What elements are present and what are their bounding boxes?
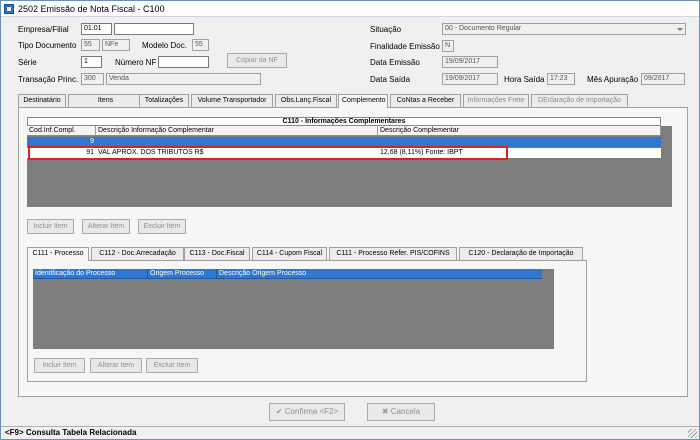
- modelo-doc-field[interactable]: 55: [192, 39, 209, 51]
- empresa-code-field[interactable]: 01.01: [81, 23, 112, 35]
- cancela-button[interactable]: ✖ Cancela: [367, 403, 435, 421]
- empresa-name-field[interactable]: [114, 23, 194, 35]
- numero-nf-field[interactable]: [158, 56, 209, 68]
- app-icon: [4, 4, 14, 14]
- tab-c114-cupom-fiscal[interactable]: C114 - Cupom Fiscal: [252, 247, 327, 260]
- numero-nf-label: Número NF: [115, 58, 157, 67]
- c111-excluir-button[interactable]: Excluir Item: [146, 358, 198, 373]
- copiar-nf-button[interactable]: Copiar da NF: [227, 53, 287, 68]
- main-tab-strip: Destinatário Itens Totalizações Volume T…: [18, 94, 688, 108]
- tab-contas-a-receber[interactable]: CoNtas a Receber: [390, 94, 461, 107]
- hora-saida-field[interactable]: 17:23: [547, 73, 575, 85]
- data-saida-field[interactable]: 19/09/2017: [442, 73, 498, 85]
- c110-incluir-button[interactable]: Incluir Item: [27, 219, 74, 234]
- tab-c120-declaracao-importacao[interactable]: C120 - Declaração de Importação: [459, 247, 583, 260]
- transacao-code-field[interactable]: 300: [81, 73, 104, 85]
- situacao-value: 00 - Documento Regular: [445, 25, 522, 32]
- tipo-documento-label: Tipo Documento: [18, 41, 77, 50]
- c110-grid-header: Cod.Inf.Compl. Descrição Informação Comp…: [27, 126, 661, 136]
- c111-col-identificacao[interactable]: Identificação do Processo: [33, 269, 148, 279]
- c111-grid[interactable]: Identificação do Processo Origem Process…: [33, 269, 554, 349]
- tab-complemento[interactable]: Complemento: [338, 94, 388, 108]
- confirma-label: Confirma <F2>: [284, 407, 339, 416]
- hora-saida-label: Hora Saída: [504, 75, 545, 84]
- c111-incluir-button[interactable]: Incluir Item: [34, 358, 85, 373]
- c111-col-descricao-origem[interactable]: Descrição Origem Processo: [217, 269, 542, 279]
- tab-itens[interactable]: Itens: [68, 94, 143, 107]
- modelo-doc-label: Modelo Doc.: [142, 41, 187, 50]
- c111-col-origem[interactable]: Origem Processo: [148, 269, 217, 279]
- close-icon: ✖: [381, 407, 391, 416]
- check-icon: ✔: [275, 407, 285, 416]
- c110-excluir-button[interactable]: Excluir Item: [138, 219, 186, 234]
- mes-apuracao-label: Mês Apuração: [587, 75, 639, 84]
- tab-informacoes-frete[interactable]: Informações Frete: [463, 94, 529, 107]
- tab-volume-transportador[interactable]: Volume Transportador: [191, 94, 273, 107]
- tab-declaracao-importacao[interactable]: DEclaração de Importação: [531, 94, 628, 107]
- serie-field[interactable]: 1: [81, 56, 102, 68]
- title-bar: 2502 Emissão de Nota Fiscal - C100: [1, 1, 699, 17]
- tab-c113-doc-fiscal[interactable]: C113 - Doc.Fiscal: [184, 247, 250, 260]
- chevron-down-icon[interactable]: [675, 25, 684, 33]
- c110-alterar-button[interactable]: Alterar Item: [82, 219, 130, 234]
- data-emissao-label: Data Emissão: [370, 58, 420, 67]
- finalidade-field[interactable]: N: [442, 40, 454, 52]
- transacao-field[interactable]: Venda: [106, 73, 261, 85]
- serie-label: Série: [18, 58, 37, 67]
- c111-alterar-button[interactable]: Alterar Item: [90, 358, 142, 373]
- c110-grid-title: C110 - Informações Complementares: [27, 117, 661, 126]
- situacao-select[interactable]: 00 - Documento Regular: [442, 23, 686, 35]
- cancela-label: Cancela: [390, 407, 421, 416]
- c111-grid-header: Identificação do Processo Origem Process…: [33, 269, 542, 279]
- tab-totalizacoes[interactable]: Totalizações: [139, 94, 189, 107]
- resize-grip-icon[interactable]: [688, 429, 697, 438]
- tab-c111-processo-refer[interactable]: C111 - Processo Refer. PIS/COFINS: [329, 247, 457, 260]
- tipo-documento-field[interactable]: NFe: [102, 39, 130, 51]
- tab-c111-processo[interactable]: C111 - Processo: [27, 247, 89, 261]
- data-emissao-field[interactable]: 19/09/2017: [442, 56, 498, 68]
- sub-tab-strip: C111 - Processo C112 - Doc.Arrecadação C…: [27, 247, 587, 261]
- tab-c112-doc-arrecadacao[interactable]: C112 - Doc.Arrecadação: [91, 247, 184, 260]
- c110-col-descricao[interactable]: Descrição Informação Complementar: [96, 126, 378, 136]
- tab-obs-lanc-fiscal[interactable]: Obs.Lanç.Fiscal: [275, 94, 337, 107]
- data-saida-label: Data Saída: [370, 75, 411, 84]
- finalidade-label: Finalidade Emissão: [370, 42, 440, 51]
- status-text: <F9> Consulta Tabela Relacionada: [5, 428, 137, 437]
- tipo-documento-code-field[interactable]: 55: [81, 39, 100, 51]
- confirma-button[interactable]: ✔ Confirma <F2>: [269, 403, 345, 421]
- c110-grid[interactable]: Cod.Inf.Compl. Descrição Informação Comp…: [27, 126, 672, 207]
- c110-col-complementar[interactable]: Descrição Complementar: [378, 126, 661, 136]
- nota-fiscal-window: 2502 Emissão de Nota Fiscal - C100 Empre…: [0, 0, 700, 440]
- mes-apuracao-field[interactable]: 09/2017: [641, 73, 685, 85]
- highlight-box: [28, 146, 508, 160]
- c110-col-cod[interactable]: Cod.Inf.Compl.: [27, 126, 96, 136]
- window-title: 2502 Emissão de Nota Fiscal - C100: [18, 4, 165, 14]
- empresa-label: Empresa/Filial: [18, 25, 69, 34]
- tab-destinatario[interactable]: Destinatário: [18, 94, 66, 107]
- transacao-label: Transação Princ.: [18, 75, 79, 84]
- status-bar: <F9> Consulta Tabela Relacionada: [1, 426, 699, 439]
- situacao-label: Situação: [370, 25, 402, 34]
